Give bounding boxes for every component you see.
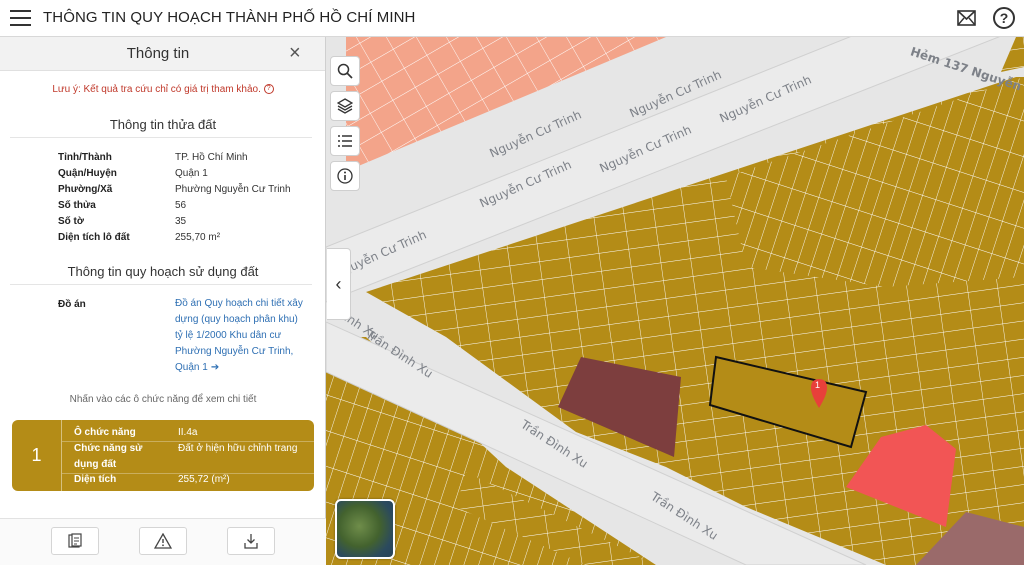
satellite-minimap-toggle[interactable] xyxy=(335,499,395,559)
close-icon[interactable]: × xyxy=(289,43,301,63)
info-button[interactable] xyxy=(330,161,360,191)
parcel-row-value: 35 xyxy=(175,216,187,227)
function-card-value: Đất ở hiện hữu chỉnh trang xyxy=(178,443,298,454)
collapse-panel-button[interactable]: ‹ xyxy=(327,248,351,320)
parcel-row-value: Quận 1 xyxy=(175,168,208,179)
function-card-index: 1 xyxy=(12,420,62,491)
divider xyxy=(10,137,312,138)
info-icon xyxy=(337,168,353,184)
panel-header: Thông tin × xyxy=(0,37,325,71)
disclaimer-note: Lưu ý: Kết quả tra cứu chỉ có giá trị th… xyxy=(0,84,326,95)
function-card-key: Chức năng sử dụng đất xyxy=(74,443,143,470)
hint-text: Nhấn vào các ô chức năng để xem chi tiết xyxy=(69,394,257,405)
search-icon xyxy=(337,63,353,79)
planning-section-title: Thông tin quy hoạch sử dụng đất xyxy=(67,264,259,279)
parcel-section-title: Thông tin thửa đất xyxy=(109,117,217,132)
legend-button[interactable] xyxy=(330,126,360,156)
doan-link-line[interactable]: Phường Nguyễn Cư Trinh, xyxy=(175,344,310,360)
function-card-key: Ô chức năng xyxy=(74,427,136,438)
doan-link-line[interactable]: tỷ lệ 1/2000 Khu dân cư xyxy=(175,328,310,344)
download-button[interactable] xyxy=(227,527,275,555)
hamburger-menu-icon[interactable] xyxy=(10,10,31,26)
mail-icon[interactable] xyxy=(957,10,976,26)
report-icon xyxy=(68,533,82,548)
doan-link-line[interactable]: dựng (quy hoạch phân khu) xyxy=(175,312,310,328)
parcel-row-key: Số tờ xyxy=(58,216,84,227)
doan-link-line[interactable]: Quận 1 xyxy=(175,362,208,373)
warning-icon xyxy=(154,533,172,549)
download-icon xyxy=(244,534,258,549)
parcel-row-key: Phường/Xã xyxy=(58,184,113,195)
report-button[interactable] xyxy=(51,527,99,555)
top-bar: THÔNG TIN QUY HOẠCH THÀNH PHỐ HỒ CHÍ MIN… xyxy=(0,0,1024,37)
function-card-value: II.4a xyxy=(178,427,198,438)
question-icon[interactable]: ? xyxy=(263,84,274,95)
parcel-row-key: Diện tích lô đất xyxy=(58,232,130,243)
doan-link[interactable]: Đồ án Quy hoạch chi tiết xây dựng (quy h… xyxy=(175,296,310,376)
doan-link-line[interactable]: Đồ án Quy hoạch chi tiết xây xyxy=(175,296,310,312)
function-card[interactable]: 1 Ô chức năng II.4a Chức năng sử dụng đấ… xyxy=(12,420,314,491)
app-title: THÔNG TIN QUY HOẠCH THÀNH PHỐ HỒ CHÍ MIN… xyxy=(43,9,416,26)
warning-button[interactable] xyxy=(139,527,187,555)
parcel-row-value: Phường Nguyễn Cư Trinh xyxy=(175,184,291,195)
panel-title: Thông tin xyxy=(126,45,190,62)
layers-icon xyxy=(337,98,353,114)
info-panel: Thông tin × Lưu ý: Kết quả tra cứu chỉ c… xyxy=(0,37,326,565)
map-canvas[interactable]: 1 Nguyễn Cư Trinh Nguyễn Cư Trinh Nguyễn… xyxy=(326,37,1024,565)
function-card-key: Diện tích xyxy=(74,474,117,485)
doan-key: Đồ án xyxy=(58,299,86,310)
parcel-row-key: Số thửa xyxy=(58,200,96,211)
disclaimer-text: Lưu ý: Kết quả tra cứu chỉ có giá trị th… xyxy=(52,84,261,95)
parcel-row-value: 255,70 m² xyxy=(175,232,221,243)
marker-label: 1 xyxy=(815,380,821,390)
parcel-row-value: TP. Hồ Chí Minh xyxy=(175,152,248,163)
map-layers[interactable] xyxy=(326,37,1024,565)
panel-footer xyxy=(0,518,326,565)
help-icon[interactable]: ? xyxy=(993,7,1015,29)
divider xyxy=(10,284,312,285)
layers-button[interactable] xyxy=(330,91,360,121)
parcel-row-key: Tỉnh/Thành xyxy=(58,152,112,163)
arrow-right-icon[interactable]: ➔ xyxy=(211,360,219,376)
parcel-row-key: Quận/Huyện xyxy=(58,168,117,179)
parcel-row-value: 56 xyxy=(175,200,187,211)
function-card-value: 255,72 (m²) xyxy=(178,474,230,485)
legend-list-icon xyxy=(338,135,352,147)
search-button[interactable] xyxy=(330,56,360,86)
